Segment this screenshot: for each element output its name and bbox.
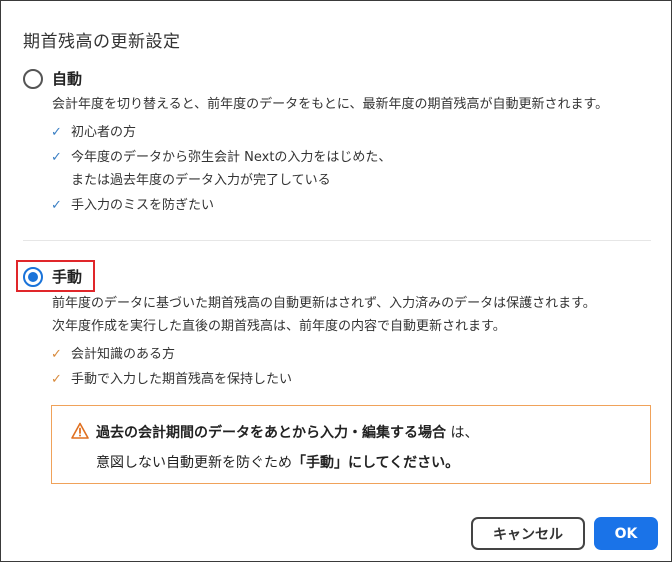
cancel-button[interactable]: キャンセル [471,517,585,550]
manual-radio[interactable] [23,266,43,287]
manual-description-line2: 次年度作成を実行した直後の期首残高は、前年度の内容で自動更新されます。 [52,319,506,334]
warning-box: 過去の会計期間のデータをあとから入力・編集する場合 は、 意図しない自動更新を防… [51,405,651,484]
manual-check-item: ✓ 手動で入力した期首残高を保持したい [51,368,292,391]
check-icon: ✓ [51,198,62,213]
check-icon: ✓ [51,372,62,387]
update-settings-dialog: 期首残高の更新設定 自動 会計年度を切り替えると、前年度のデータをもとに、最新年… [0,0,672,562]
dialog-title: 期首残高の更新設定 [23,32,181,52]
divider [23,240,651,241]
auto-label[interactable]: 自動 [52,68,82,89]
auto-option[interactable]: 自動 [23,68,82,89]
auto-description: 会計年度を切り替えると、前年度のデータをもとに、最新年度の期首残高が自動更新され… [52,97,609,112]
manual-label[interactable]: 手動 [52,266,82,287]
warning-icon [71,422,89,439]
check-icon: ✓ [51,125,62,140]
auto-radio[interactable] [23,68,43,89]
auto-check-item: ✓ 今年度のデータから弥生会計 Nextの入力をはじめた、 または過去年度のデー… [51,146,391,192]
manual-check-item: ✓ 会計知識のある方 [51,343,175,366]
ok-button[interactable]: OK [594,517,658,550]
warning-text-line2: 意図しない自動更新を防ぐため「手動」にしてください。 [96,455,460,471]
check-icon: ✓ [51,347,62,362]
check-icon: ✓ [51,150,62,165]
auto-check-item: ✓ 初心者の方 [51,121,136,144]
auto-check-item: ✓ 手入力のミスを防ぎたい [51,194,214,217]
manual-option[interactable]: 手動 [23,266,82,287]
manual-description-line1: 前年度のデータに基づいた期首残高の自動更新はされず、入力済みのデータは保護されま… [52,296,596,311]
warning-text-line1: 過去の会計期間のデータをあとから入力・編集する場合 は、 [96,425,479,441]
